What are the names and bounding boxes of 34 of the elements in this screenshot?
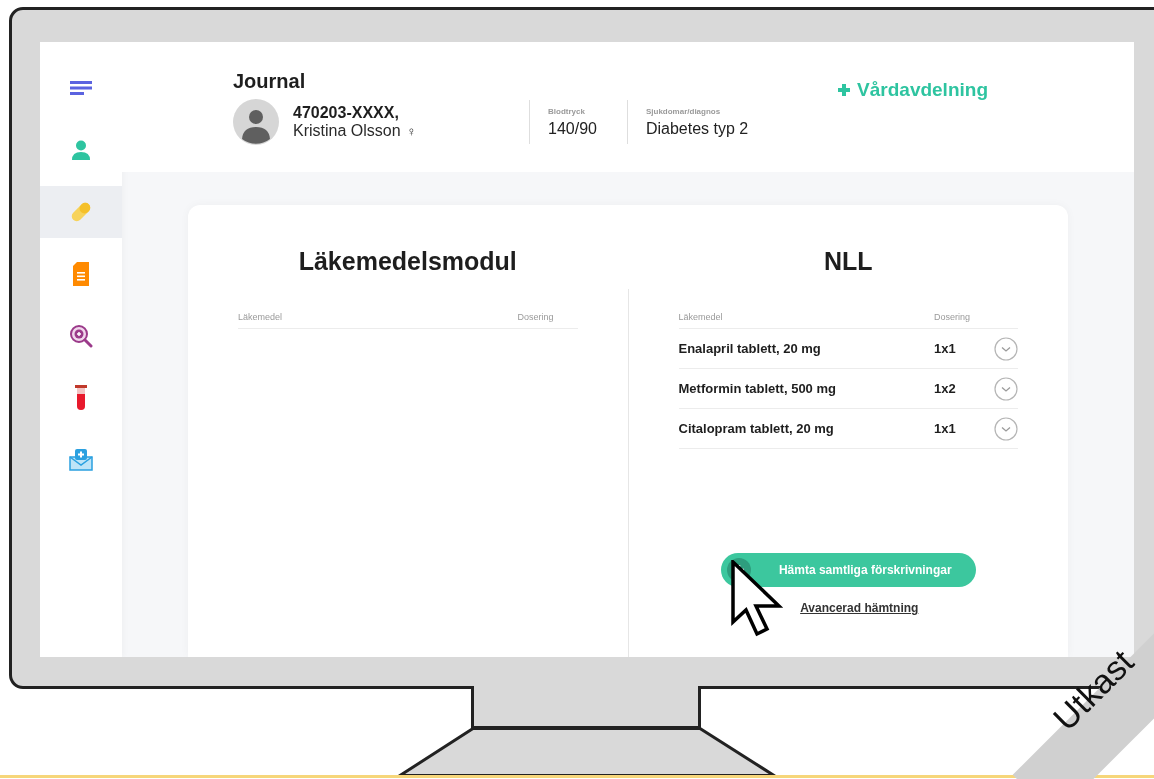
chevron-down-icon[interactable] <box>994 336 1018 361</box>
vital-label: Sjukdomar/diagnos <box>645 106 722 116</box>
table-cell-text: Enalapril tablett, 20 mg <box>678 341 822 356</box>
mail-icon <box>69 449 93 471</box>
column-header: Läkemedel <box>238 312 284 322</box>
patient-id: 470203-XXXX, <box>293 104 400 122</box>
vital-value: Diabetes typ 2 <box>645 119 749 138</box>
add-ward-button[interactable]: Vårdavdelning <box>837 79 988 101</box>
vital-value: 140/90 <box>548 119 597 138</box>
plus-icon <box>837 83 852 97</box>
document-icon <box>73 262 89 286</box>
column-header: Dosering <box>517 312 555 322</box>
menu-icon <box>70 81 92 95</box>
fetch-button[interactable]: Hämta samtliga förskrivningar <box>720 553 976 587</box>
avatar-icon <box>233 99 279 145</box>
chevron-down-icon[interactable] <box>994 416 1018 441</box>
advanced-fetch-link[interactable]: Avancerad hämtning <box>800 601 919 615</box>
table-cell-text: Citalopram tablett, 20 mg <box>678 421 835 436</box>
column-header: Läkemedel <box>678 312 724 322</box>
chevron-down-icon[interactable] <box>994 376 1018 401</box>
sex-symbol: ♀ <box>406 124 417 139</box>
patient-name: Kristina Olsson <box>293 122 401 139</box>
person-icon <box>71 140 91 160</box>
table-cell-text: Metformin tablett, 500 mg <box>678 381 837 396</box>
table-cell-text: 1x1 <box>934 341 957 356</box>
vital-label: Blodtryck <box>548 106 586 116</box>
test-tube-icon <box>75 385 87 411</box>
panel-title: Läkemedelsmodul <box>297 247 518 276</box>
table-cell-text: 1x1 <box>934 421 957 436</box>
column-header: Dosering <box>934 312 972 322</box>
page-title: Journal <box>233 70 307 93</box>
table-cell-text: 1x2 <box>934 381 957 396</box>
panel-title: NLL <box>822 247 874 276</box>
zoom-in-icon <box>69 324 93 348</box>
